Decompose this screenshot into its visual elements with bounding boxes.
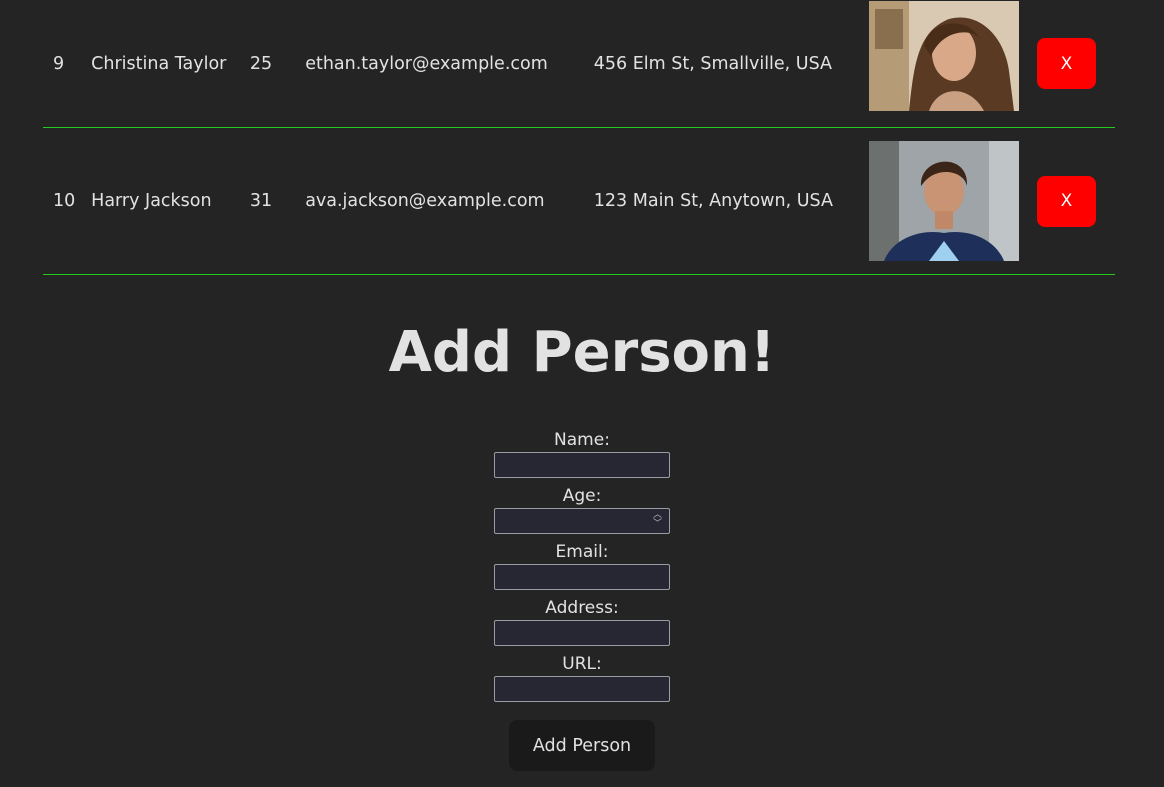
number-stepper-icon[interactable]: ︿ ﹀ xyxy=(653,511,662,529)
form-title: Add Person! xyxy=(388,320,776,385)
delete-cell: X xyxy=(1036,0,1115,128)
delete-cell: X xyxy=(1036,128,1115,275)
person-photo-cell xyxy=(868,128,1037,275)
url-label: URL: xyxy=(562,654,602,674)
person-age: 25 xyxy=(249,53,273,74)
person-address: 456 Elm St, Smallville, USA xyxy=(593,53,833,74)
person-address: 123 Main St, Anytown, USA xyxy=(593,191,833,211)
email-label: Email: xyxy=(555,542,609,562)
table-row: 10 Harry Jackson 31 ava.jackson@example.… xyxy=(43,128,1115,275)
person-id: 9 xyxy=(53,53,65,74)
url-input[interactable] xyxy=(494,676,670,702)
person-email: ava.jackson@example.com xyxy=(305,191,545,211)
add-person-form: Name: Age: ︿ ﹀ Email: Address: URL: Add P… xyxy=(0,428,1164,771)
delete-person-button[interactable]: X xyxy=(1036,38,1096,89)
age-input[interactable] xyxy=(494,508,670,534)
delete-person-button[interactable]: X xyxy=(1036,175,1096,227)
add-person-button[interactable]: Add Person xyxy=(509,720,655,771)
person-photo xyxy=(868,0,1019,111)
person-photo xyxy=(868,141,1019,261)
person-id: 10 xyxy=(53,191,76,211)
name-input[interactable] xyxy=(494,452,670,478)
person-name: Harry Jackson xyxy=(91,191,212,211)
person-age: 31 xyxy=(249,191,273,211)
person-photo-cell xyxy=(868,0,1037,128)
email-input[interactable] xyxy=(494,564,670,590)
age-field: ︿ ﹀ xyxy=(494,508,670,534)
age-label: Age: xyxy=(562,486,602,506)
person-email: ethan.taylor@example.com xyxy=(305,53,548,74)
people-table: 9 Christina Taylor 25 ethan.taylor@examp… xyxy=(43,0,1115,275)
name-label: Name: xyxy=(554,430,610,450)
address-label: Address: xyxy=(545,598,619,618)
table-row: 9 Christina Taylor 25 ethan.taylor@examp… xyxy=(43,0,1115,128)
address-input[interactable] xyxy=(494,620,670,646)
person-name: Christina Taylor xyxy=(91,53,227,74)
